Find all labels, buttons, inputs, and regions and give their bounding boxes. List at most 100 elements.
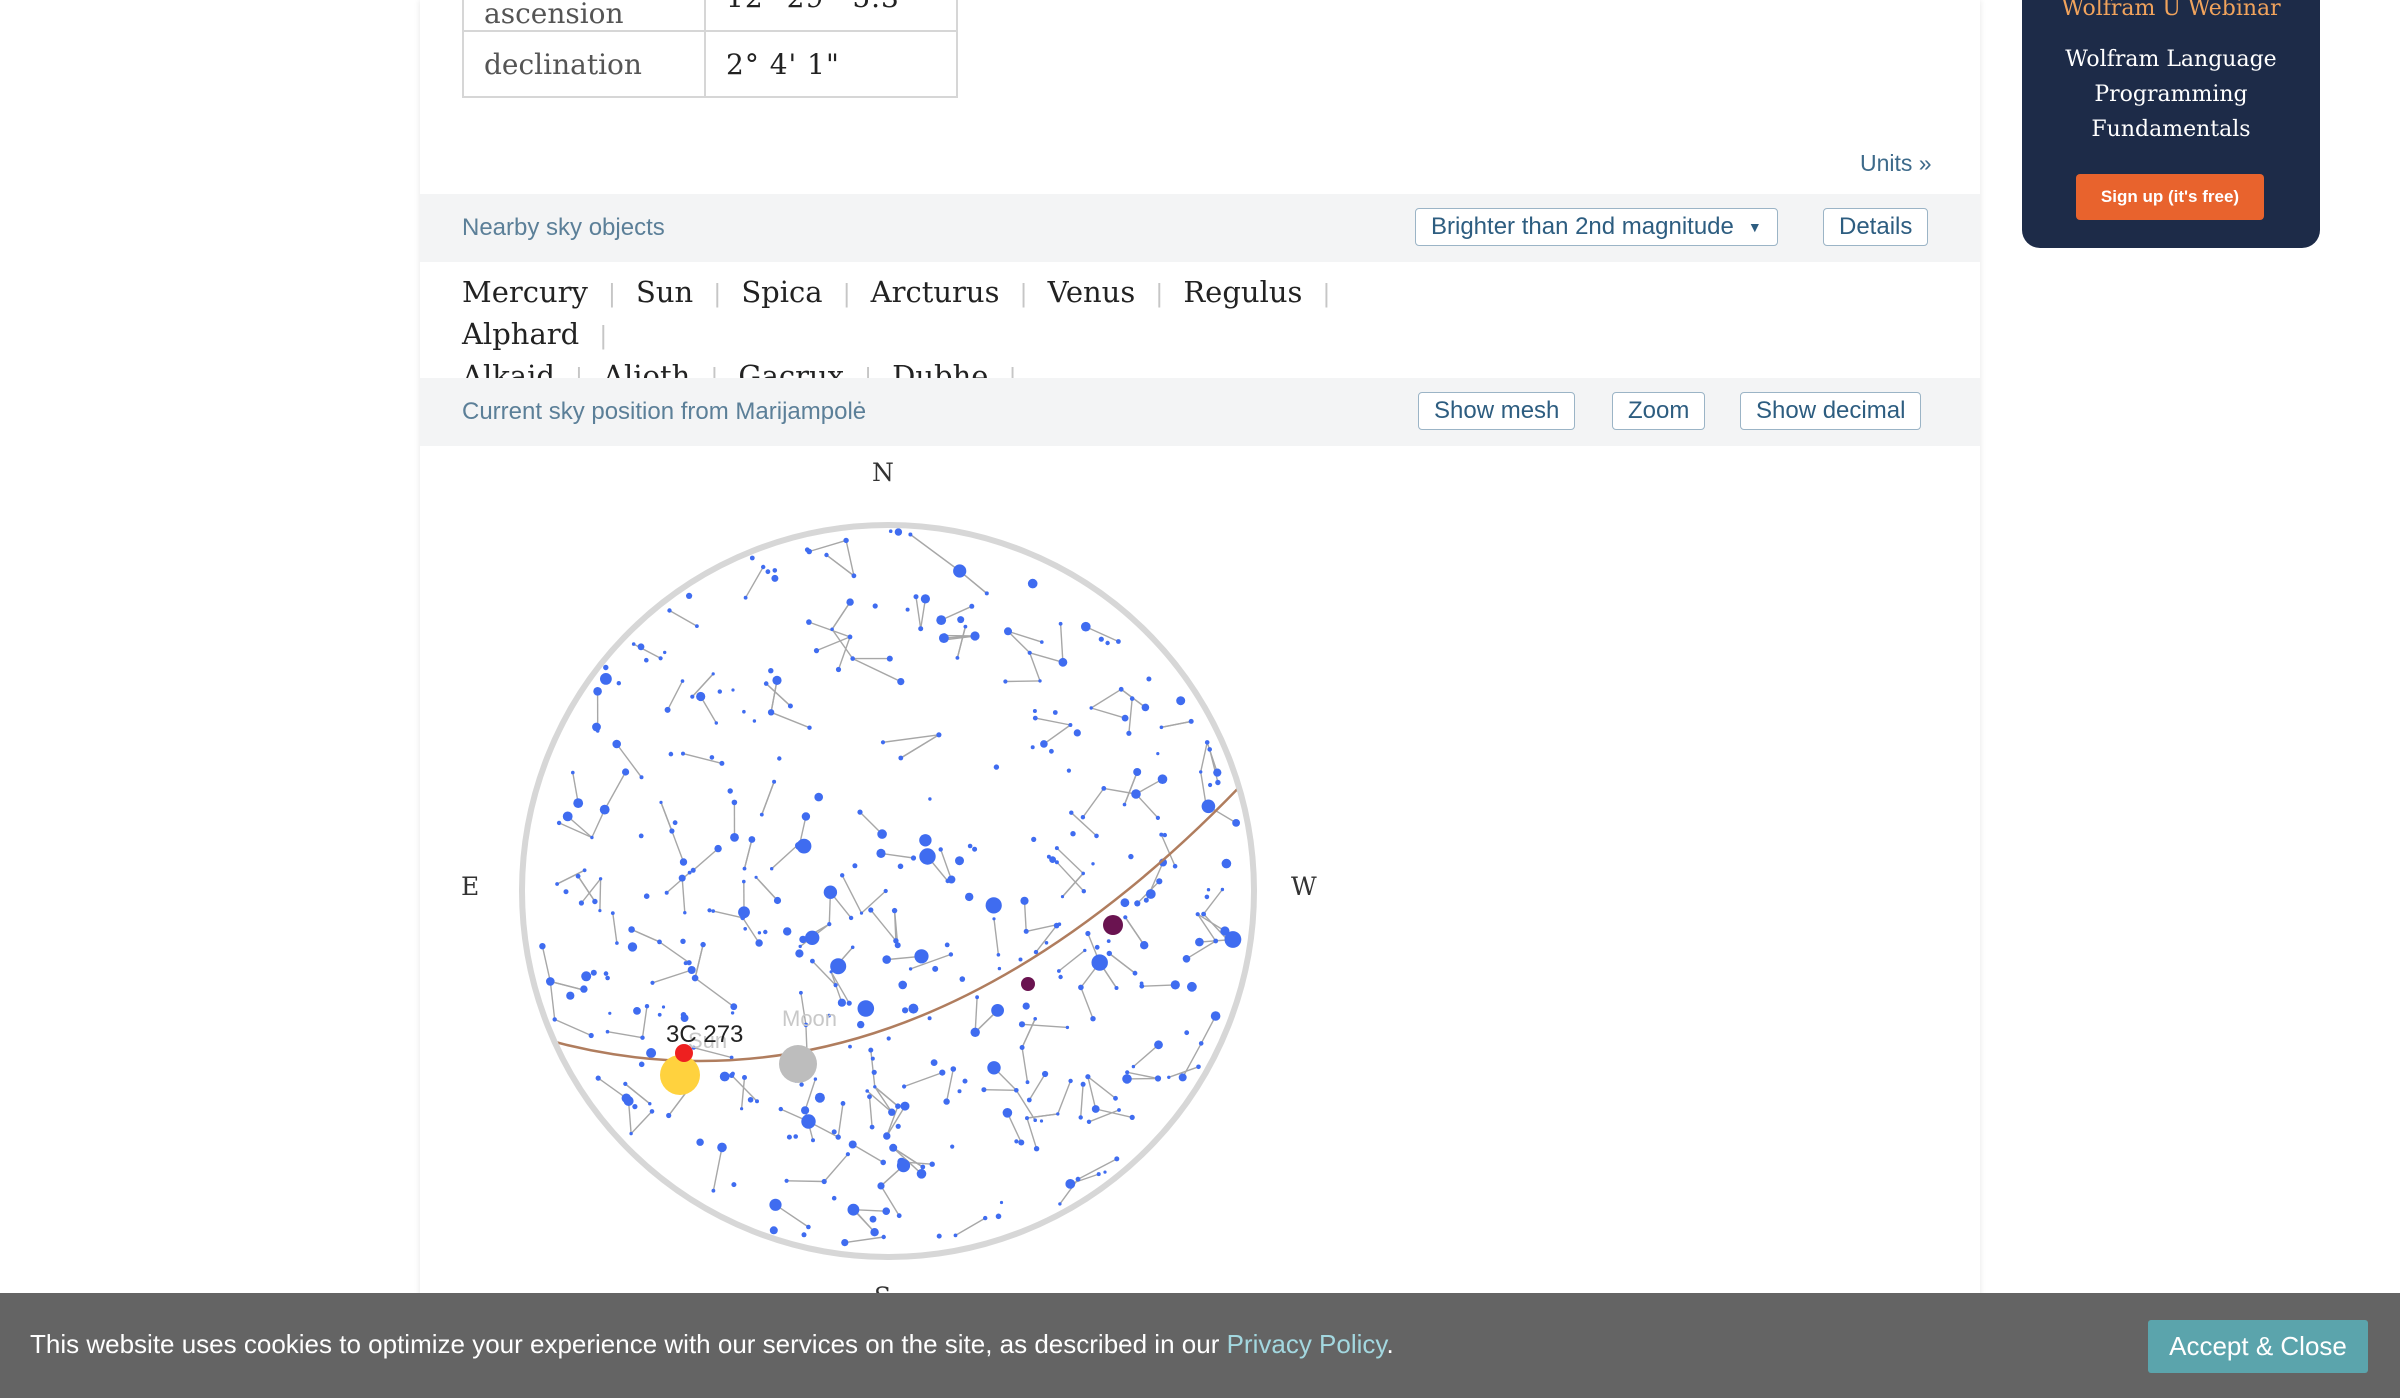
star: [742, 1075, 747, 1080]
show-mesh-button[interactable]: Show mesh: [1418, 392, 1576, 430]
object-link-spica[interactable]: Spica: [741, 272, 822, 312]
star: [1106, 939, 1111, 943]
zoom-button[interactable]: Zoom: [1612, 392, 1706, 430]
object-link-regulus[interactable]: Regulus: [1183, 272, 1302, 312]
star: [552, 1017, 557, 1022]
star: [920, 594, 930, 604]
constellation-line: [1029, 652, 1064, 663]
star: [582, 868, 587, 873]
star: [1091, 862, 1095, 866]
star: [761, 564, 766, 570]
star: [599, 804, 610, 815]
ad-title: Wolfram U Webinar: [2061, 0, 2281, 21]
star: [908, 967, 913, 971]
star: [1080, 1081, 1086, 1087]
star: [987, 1061, 1001, 1075]
star: [880, 740, 886, 745]
units-link[interactable]: Units »: [1860, 150, 1932, 177]
star: [1187, 981, 1197, 992]
star: [984, 591, 989, 596]
object-link-arcturus[interactable]: Arcturus: [871, 272, 1000, 312]
star: [772, 675, 782, 685]
star: [840, 873, 845, 878]
star: [1188, 718, 1194, 724]
star: [1213, 768, 1222, 777]
sky-map[interactable]: Moon Sun 3C 273: [510, 510, 1270, 1270]
star: [1208, 782, 1213, 788]
compass-north-label: N: [872, 458, 894, 487]
constellation-line: [940, 605, 973, 621]
star: [740, 1107, 744, 1111]
constellation-line: [652, 969, 692, 984]
star: [847, 634, 853, 640]
accept-close-button[interactable]: Accept & Close: [2148, 1320, 2368, 1373]
star: [872, 603, 878, 609]
star: [1196, 1064, 1201, 1070]
ad-line: Wolfram Language: [2065, 47, 2277, 72]
star: [953, 1233, 958, 1238]
object-link-mercury[interactable]: Mercury: [462, 272, 588, 312]
star: [747, 1097, 754, 1103]
star: [914, 949, 929, 964]
magnitude-filter-dropdown[interactable]: Brighter than 2nd magnitude ▼: [1415, 208, 1778, 246]
star: [773, 896, 782, 905]
star: [905, 607, 910, 612]
privacy-policy-link[interactable]: Privacy Policy: [1227, 1329, 1387, 1359]
star: [930, 1059, 938, 1066]
object-link-alphard[interactable]: Alphard: [462, 314, 579, 354]
star: [1120, 898, 1130, 908]
star: [1133, 768, 1142, 776]
star: [969, 603, 975, 609]
constellation-line: [1197, 913, 1226, 932]
star: [831, 1129, 837, 1135]
constellation-line: [837, 1103, 844, 1138]
star: [919, 834, 932, 847]
webinar-ad: Wolfram U Webinar Wolfram Language Progr…: [2022, 0, 2320, 248]
star: [886, 1036, 891, 1041]
chevron-down-icon: ▼: [1747, 219, 1762, 236]
star: [690, 694, 695, 699]
star: [870, 1228, 879, 1237]
star: [831, 1195, 837, 1201]
star: [555, 882, 559, 886]
star: [1159, 725, 1164, 730]
star: [581, 971, 592, 982]
constellation-line: [831, 601, 851, 630]
star: [742, 866, 747, 871]
constellation-line: [659, 941, 690, 964]
star: [801, 1232, 807, 1238]
star: [588, 1032, 594, 1039]
constellation-line: [1080, 987, 1094, 1019]
constellation-line: [580, 878, 602, 904]
ad-line: Programming: [2094, 82, 2248, 107]
details-button[interactable]: Details: [1823, 208, 1929, 246]
constellation-line: [743, 839, 753, 869]
constellation-line: [597, 1077, 627, 1099]
star: [629, 1131, 633, 1136]
object-link-venus[interactable]: Venus: [1048, 272, 1136, 312]
star: [563, 889, 569, 895]
star: [696, 691, 706, 702]
star: [696, 1138, 704, 1146]
star: [1154, 1040, 1163, 1050]
star: [678, 874, 686, 882]
star: [950, 1144, 955, 1149]
star: [631, 642, 636, 646]
star: [778, 1106, 783, 1112]
planet-venus[interactable]: [1103, 915, 1123, 935]
show-decimal-button[interactable]: Show decimal: [1740, 392, 1922, 430]
star: [1232, 819, 1240, 827]
star: [610, 911, 615, 915]
constellation-line: [770, 680, 778, 713]
star: [837, 998, 846, 1007]
object-link-sun[interactable]: Sun: [636, 272, 693, 312]
star: [975, 995, 979, 1000]
planet-mercury[interactable]: [1021, 977, 1035, 991]
star: [605, 975, 610, 981]
star: [965, 892, 974, 902]
ad-line: Fundamentals: [2091, 117, 2251, 142]
signup-button[interactable]: Sign up (it's free): [2076, 174, 2264, 220]
star: [1058, 974, 1063, 980]
moon-marker[interactable]: [779, 1045, 817, 1083]
star: [1156, 752, 1160, 756]
